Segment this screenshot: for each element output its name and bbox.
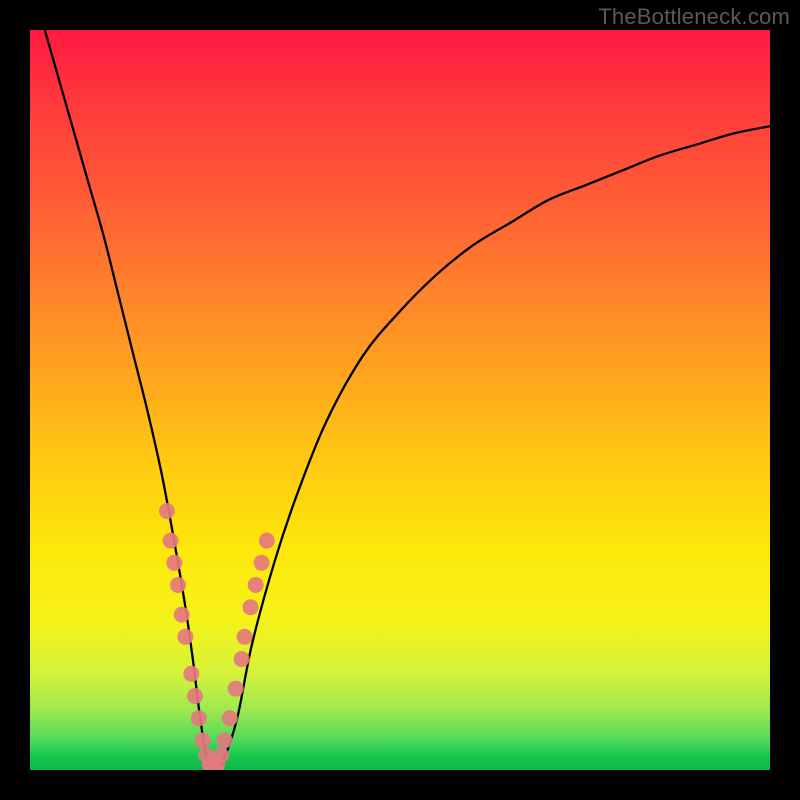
watermark-text: TheBottleneck.com [598, 4, 790, 30]
plot-background [30, 30, 770, 770]
chart-frame: TheBottleneck.com [0, 0, 800, 800]
